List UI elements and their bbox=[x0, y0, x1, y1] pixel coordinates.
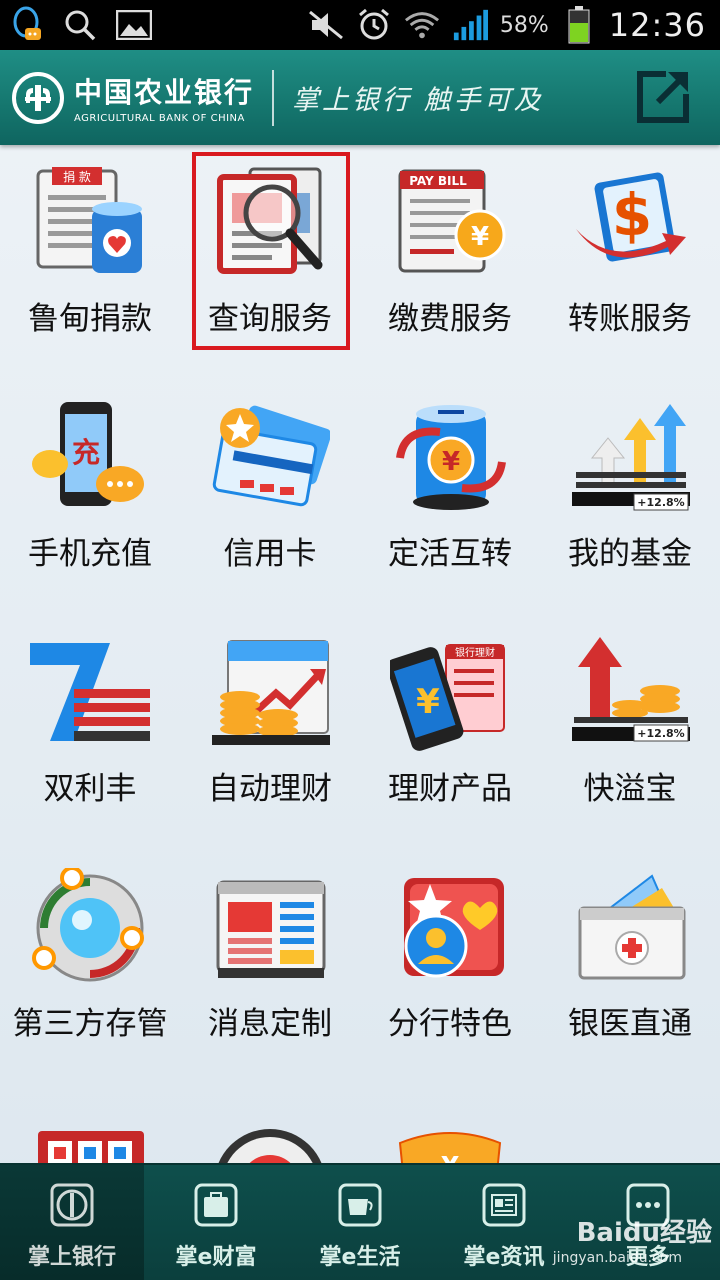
tile-label: 消息定制 bbox=[208, 1006, 332, 1042]
exit-button[interactable] bbox=[636, 70, 690, 124]
tile-label: 理财产品 bbox=[388, 771, 512, 807]
tile-shuanglifeng[interactable]: 双利丰 bbox=[0, 615, 180, 845]
battery-percent: 58% bbox=[499, 12, 549, 38]
tile-label: 鲁甸捐款 bbox=[28, 301, 152, 337]
donation-icon: 捐 款 bbox=[30, 163, 150, 283]
tile-auto-finance[interactable]: 自动理财 bbox=[180, 615, 360, 845]
tile-finance-products[interactable]: 银行理财 ¥ 理财产品 bbox=[360, 615, 540, 845]
tile-label: 我的基金 bbox=[568, 536, 692, 572]
watermark: Baidu经验 bbox=[576, 1218, 712, 1248]
bill-payment-icon: PAY BILL ¥ bbox=[390, 163, 510, 283]
nav-item-mobile-bank[interactable]: 掌上银行 bbox=[0, 1165, 144, 1280]
tile-message-custom[interactable]: 消息定制 bbox=[180, 850, 360, 1080]
coffee-cup-icon bbox=[338, 1183, 382, 1227]
tile-label: 信用卡 bbox=[223, 536, 317, 572]
nav-label: 掌e财富 bbox=[175, 1245, 257, 1270]
brand: 中国农业银行 AGRICULTURAL BANK OF CHINA bbox=[74, 71, 254, 124]
message-custom-icon bbox=[210, 868, 330, 988]
tile-donation[interactable]: 捐 款 鲁甸捐款 bbox=[0, 145, 180, 375]
pay-bill-badge: PAY BILL bbox=[409, 174, 467, 188]
auto-finance-icon bbox=[210, 633, 330, 753]
kuaiyibao-badge: +12.8% bbox=[637, 727, 684, 740]
brand-name-cn: 中国农业银行 bbox=[74, 76, 255, 109]
nav-label: 掌e生活 bbox=[319, 1245, 401, 1270]
tile-label: 银医直通 bbox=[568, 1006, 692, 1042]
svg-text:$: $ bbox=[612, 181, 652, 249]
tile-label: 第三方存管 bbox=[12, 1006, 168, 1042]
briefcase-icon bbox=[194, 1183, 238, 1227]
kuaiyibao-icon: +12.8% bbox=[570, 633, 690, 753]
news-icon bbox=[482, 1183, 526, 1227]
bank-logo-icon bbox=[50, 1183, 94, 1227]
tile-third-party-custody[interactable]: 第三方存管 bbox=[0, 850, 180, 1080]
finance-products-icon: 银行理财 ¥ bbox=[386, 633, 510, 753]
bank-hospital-icon bbox=[570, 868, 690, 988]
slogan: 掌上银行 触手可及 bbox=[292, 85, 544, 116]
tile-kuaiyibao[interactable]: +12.8% 快溢宝 bbox=[540, 615, 720, 845]
svg-text:¥: ¥ bbox=[416, 682, 440, 722]
app-header: 中国农业银行 AGRICULTURAL BANK OF CHINA 掌上银行 触… bbox=[0, 50, 720, 145]
brand-name-en: AGRICULTURAL BANK OF CHINA bbox=[74, 113, 245, 124]
clock: 12:36 bbox=[608, 6, 706, 44]
credit-card-icon bbox=[210, 398, 332, 518]
alarm-icon bbox=[356, 7, 392, 43]
tile-label: 定活互转 bbox=[388, 536, 512, 572]
wifi-icon bbox=[404, 7, 440, 43]
watermark-url: jingyan.baidu.com bbox=[552, 1250, 682, 1266]
tile-label: 手机充值 bbox=[28, 536, 152, 572]
tile-bank-hospital[interactable]: 银医直通 bbox=[540, 850, 720, 1080]
finance-products-badge: 银行理财 bbox=[455, 646, 495, 659]
fund-badge: +12.8% bbox=[637, 496, 684, 509]
tile-transfer[interactable]: $ 转账服务 bbox=[540, 145, 720, 375]
third-party-custody-icon bbox=[30, 866, 150, 988]
nav-item-wealth[interactable]: 掌e财富 bbox=[144, 1165, 288, 1280]
fund-icon: +12.8% bbox=[570, 398, 690, 518]
donation-badge: 捐 款 bbox=[63, 170, 91, 184]
nav-label: 掌上银行 bbox=[27, 1245, 116, 1270]
tile-label: 分行特色 bbox=[388, 1006, 512, 1042]
mute-icon bbox=[308, 7, 344, 43]
tile-deposit-convert[interactable]: ¥ 定活互转 bbox=[360, 380, 540, 610]
battery-icon bbox=[561, 6, 597, 44]
tile-bill-payment[interactable]: PAY BILL ¥ 缴费服务 bbox=[360, 145, 540, 375]
status-bar: 58% 12:36 bbox=[0, 0, 720, 50]
header-divider bbox=[272, 69, 275, 126]
tile-label: 自动理财 bbox=[208, 771, 332, 807]
tile-label: 缴费服务 bbox=[388, 301, 512, 337]
tile-fund[interactable]: +12.8% 我的基金 bbox=[540, 380, 720, 610]
transfer-icon: $ bbox=[570, 163, 690, 283]
topup-badge: 充 bbox=[72, 436, 100, 469]
qq-notification-icon bbox=[8, 6, 44, 43]
tile-phone-topup[interactable]: 充 手机充值 bbox=[0, 380, 180, 610]
svg-text:¥: ¥ bbox=[442, 447, 460, 477]
tile-label: 转账服务 bbox=[568, 301, 692, 337]
exit-icon bbox=[637, 71, 689, 123]
deposit-convert-icon: ¥ bbox=[390, 398, 510, 518]
signal-icon bbox=[452, 7, 488, 43]
branch-feature-icon bbox=[390, 868, 510, 988]
tile-branch-feature[interactable]: 分行特色 bbox=[360, 850, 540, 1080]
gallery-icon bbox=[116, 7, 152, 43]
tile-credit-card[interactable]: 信用卡 bbox=[180, 380, 360, 610]
shuanglifeng-icon bbox=[30, 633, 152, 753]
tile-label: 快溢宝 bbox=[583, 771, 677, 807]
highlight-box bbox=[192, 152, 350, 350]
nav-label: 掌e资讯 bbox=[463, 1245, 545, 1270]
svg-text:¥: ¥ bbox=[471, 222, 489, 252]
nav-item-life[interactable]: 掌e生活 bbox=[288, 1165, 432, 1280]
search-icon bbox=[62, 7, 98, 43]
abc-logo-icon bbox=[12, 71, 64, 124]
phone-topup-icon: 充 bbox=[30, 398, 150, 518]
tile-label: 双利丰 bbox=[43, 771, 137, 807]
